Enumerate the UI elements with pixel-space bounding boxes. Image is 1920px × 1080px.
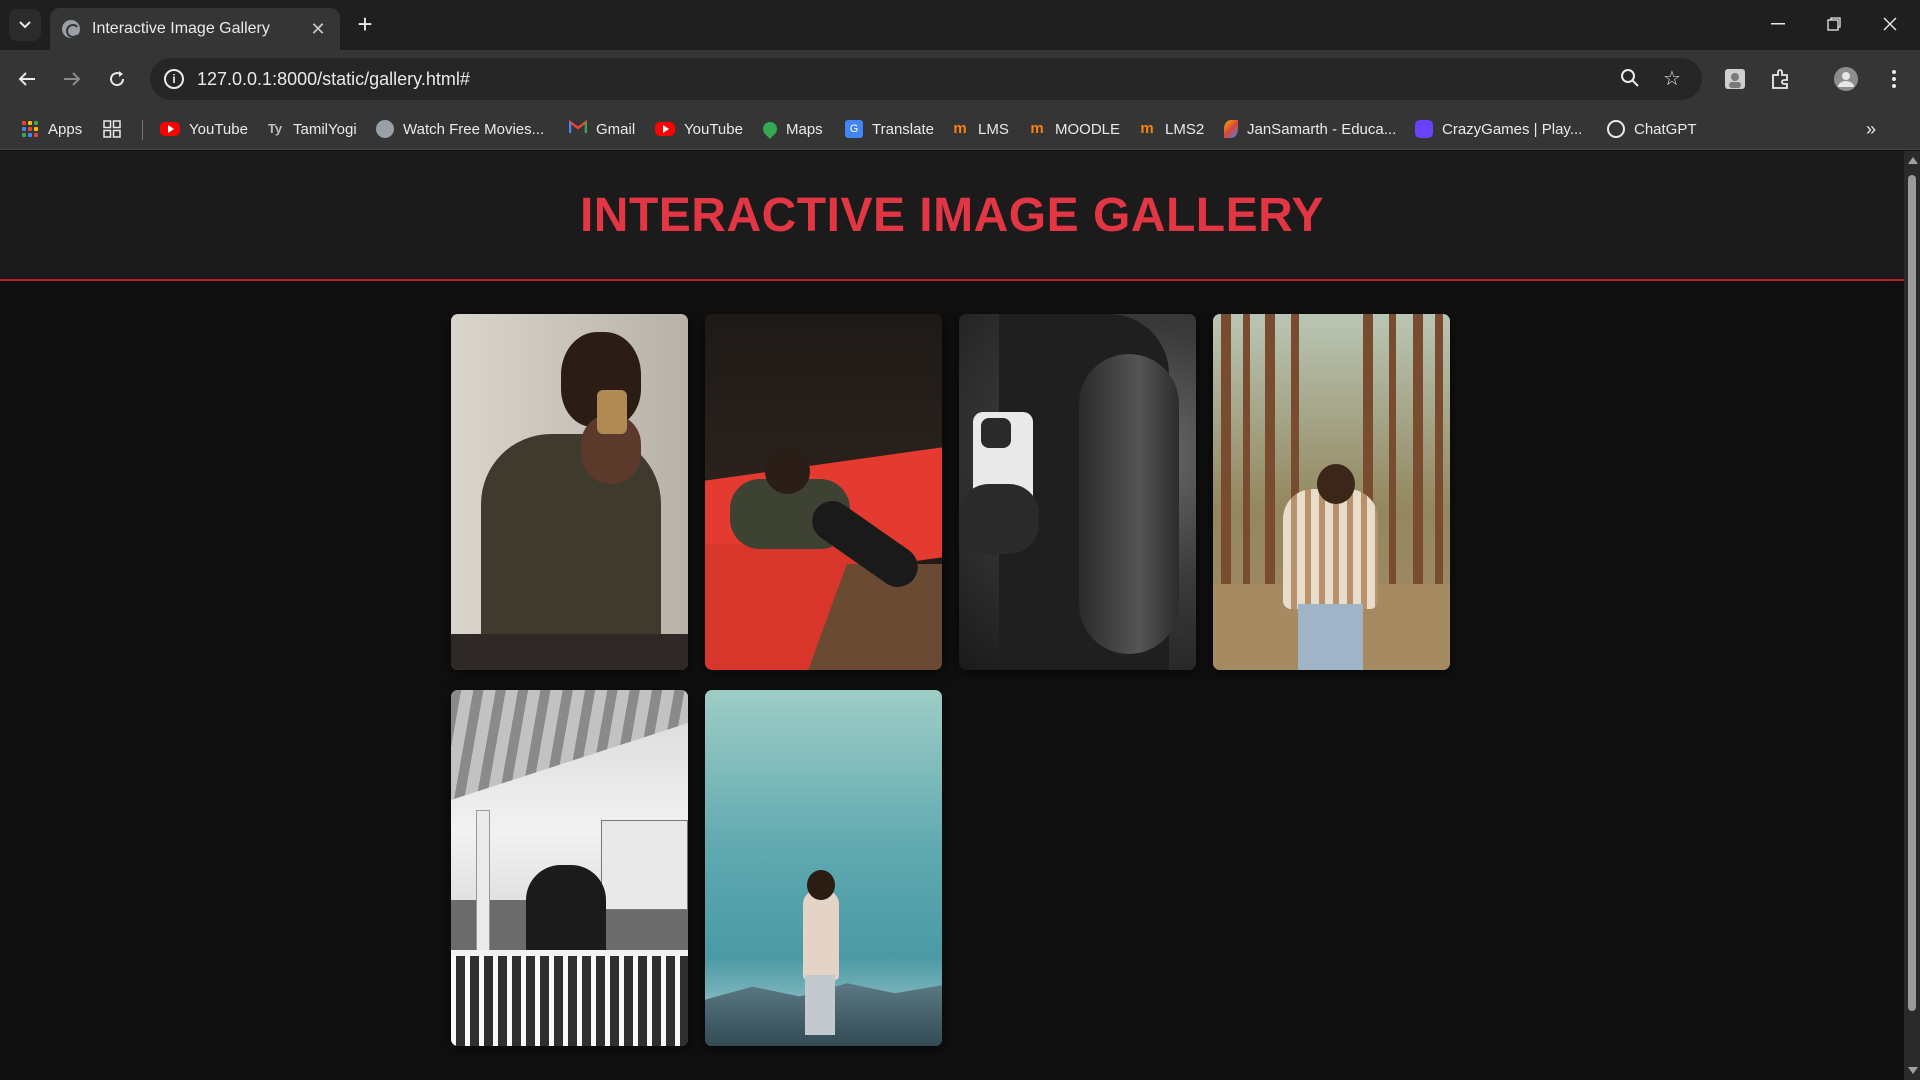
tab-strip: Interactive Image Gallery ✕ + (0, 0, 1920, 50)
avatar-icon (1834, 67, 1858, 91)
site-info-icon[interactable]: i (164, 69, 184, 89)
bookmark-chatgpt[interactable]: ChatGPT (1607, 116, 1697, 142)
extension-avatar-icon (1725, 69, 1745, 89)
back-button[interactable] (10, 62, 44, 96)
bookmark-youtube[interactable]: YouTube (160, 116, 248, 142)
zoom-icon[interactable] (1618, 68, 1642, 92)
bookmark-gmail[interactable]: Gmail (568, 116, 636, 142)
crazygames-icon (1415, 120, 1433, 138)
bookmark-label: YouTube (684, 120, 743, 138)
bookmark-label: YouTube (189, 120, 248, 138)
bookmark-tamilyogi[interactable]: Ty TamilYogi (266, 116, 357, 142)
scroll-down-arrow-icon[interactable] (1908, 1067, 1918, 1074)
bookmark-youtube-2[interactable]: YouTube (655, 116, 743, 142)
profile-extension-button[interactable] (1721, 65, 1749, 93)
bookmark-moodle[interactable]: m MOODLE (1028, 116, 1120, 142)
browser-toolbar: i 127.0.0.1:8000/static/gallery.html# ☆ (0, 50, 1920, 108)
apps-icon (22, 121, 38, 137)
bookmark-label: TamilYogi (293, 120, 357, 138)
minimize-button[interactable] (1750, 0, 1806, 48)
moodle-icon: m (953, 120, 967, 137)
bookmark-label: Watch Free Movies... (403, 120, 545, 138)
minimize-icon (1771, 23, 1785, 25)
tab-groups-icon (103, 120, 121, 138)
bookmarks-overflow-button[interactable]: » (1866, 116, 1876, 142)
bookmark-label: MOODLE (1055, 120, 1121, 138)
bookmark-label: Apps (48, 120, 83, 138)
page-scrollbar[interactable] (1904, 151, 1920, 1080)
chatgpt-icon (1607, 120, 1625, 138)
page-viewport: INTERACTIVE IMAGE GALLERY (0, 151, 1904, 1080)
bookmarks-divider (142, 120, 143, 140)
puzzle-icon (1772, 69, 1788, 89)
close-icon (1883, 17, 1897, 31)
back-arrow-icon (18, 72, 35, 86)
tab-groups-button[interactable] (103, 116, 121, 142)
reload-icon (110, 71, 125, 87)
tab-search-button[interactable] (9, 9, 41, 41)
new-tab-button[interactable]: + (352, 11, 378, 38)
bookmark-maps[interactable]: Maps (760, 116, 823, 142)
forward-arrow-icon (64, 72, 81, 86)
address-bar[interactable]: i 127.0.0.1:8000/static/gallery.html# ☆ (150, 58, 1702, 100)
gallery-photo-mirror-selfie[interactable] (451, 314, 688, 670)
page-title: INTERACTIVE IMAGE GALLERY (579, 188, 1325, 242)
kebab-menu-icon (1892, 70, 1896, 88)
globe-icon (376, 120, 394, 138)
bookmark-label: Gmail (596, 120, 636, 138)
gallery-photo-forest[interactable] (1213, 314, 1450, 670)
gallery-header: INTERACTIVE IMAGE GALLERY (0, 151, 1904, 281)
youtube-icon (655, 122, 675, 136)
gallery-photo-balcony[interactable] (451, 690, 688, 1046)
chevron-down-icon (19, 21, 31, 29)
scrollbar-thumb[interactable] (1908, 175, 1916, 1011)
menu-button[interactable] (1880, 65, 1908, 93)
bookmark-crazygames[interactable]: CrazyGames | Play... (1415, 116, 1582, 142)
restore-icon (1827, 17, 1841, 31)
gallery-photo-monochrome-arm[interactable] (959, 314, 1196, 670)
close-window-button[interactable] (1862, 0, 1918, 48)
bookmark-label: ChatGPT (1634, 120, 1697, 138)
bookmarks-bar: Apps YouTube Ty TamilYogi Watch Free Mov… (0, 108, 1920, 150)
restore-button[interactable] (1806, 0, 1862, 48)
extensions-button[interactable] (1767, 65, 1795, 93)
gallery-photo-red-couch[interactable] (705, 314, 942, 670)
tab-title: Interactive Image Gallery (92, 20, 270, 37)
bookmark-label: Translate (872, 120, 934, 138)
tamilyogi-icon: Ty (267, 121, 283, 136)
close-tab-icon[interactable]: ✕ (308, 19, 328, 40)
bookmark-jansamarth[interactable]: JanSamarth - Educa... (1224, 116, 1396, 142)
bookmark-label: LMS2 (1165, 120, 1205, 138)
bookmark-label: Maps (786, 120, 823, 138)
gmail-icon (568, 119, 588, 138)
bookmark-translate[interactable]: G Translate (845, 116, 934, 142)
bookmark-star-icon[interactable]: ☆ (1660, 68, 1684, 92)
profile-button[interactable] (1832, 65, 1860, 93)
reload-button[interactable] (100, 62, 134, 96)
globe-icon (62, 20, 80, 38)
bookmark-label: JanSamarth - Educa... (1247, 120, 1397, 138)
active-tab[interactable]: Interactive Image Gallery ✕ (50, 8, 340, 50)
scroll-up-arrow-icon[interactable] (1908, 157, 1918, 164)
url-text[interactable]: 127.0.0.1:8000/static/gallery.html# (197, 69, 470, 90)
bookmark-apps[interactable]: Apps (22, 116, 82, 142)
translate-icon: G (845, 120, 863, 138)
bookmark-label: CrazyGames | Play... (1442, 120, 1583, 138)
bookmark-lms[interactable]: m LMS (951, 116, 1009, 142)
moodle-icon: m (1030, 120, 1044, 137)
bookmark-lms2[interactable]: m LMS2 (1138, 116, 1204, 142)
double-chevron-right-icon: » (1866, 118, 1877, 139)
bookmark-label: LMS (978, 120, 1009, 138)
moodle-icon: m (1140, 120, 1154, 137)
gallery-photo-mountain-sky[interactable] (705, 690, 942, 1046)
youtube-icon (160, 122, 180, 136)
maps-icon (760, 119, 780, 139)
forward-button[interactable] (55, 62, 89, 96)
bookmark-watch-free-movies[interactable]: Watch Free Movies... (376, 116, 544, 142)
jansamarth-icon (1224, 120, 1238, 138)
